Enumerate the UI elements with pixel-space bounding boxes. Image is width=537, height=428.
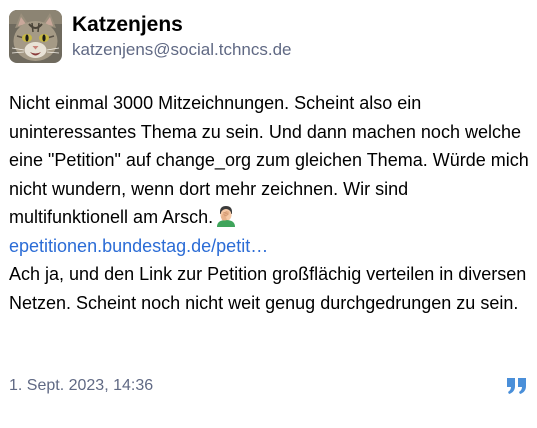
cat-avatar-icon[interactable]: [9, 9, 62, 63]
post-paragraph-1: Nicht einmal 3000 Mitzeichnungen. Schein…: [9, 89, 531, 232]
quote-icon[interactable]: [506, 376, 528, 396]
facepalm-emoji-icon: [217, 206, 236, 227]
post-paragraph-2: Ach ja, und den Link zur Petition großfl…: [9, 264, 527, 313]
account-handle[interactable]: katzenjens@social.tchncs.de: [72, 39, 291, 61]
petition-link[interactable]: epetitionen.bundestag.de/petit…: [9, 232, 531, 261]
post-footer: 1. Sept. 2023, 14:36: [9, 374, 528, 398]
account-names: Katzenjens katzenjens@social.tchncs.de: [72, 12, 291, 61]
post-content: Nicht einmal 3000 Mitzeichnungen. Schein…: [9, 89, 531, 317]
post-paragraph-1-text: Nicht einmal 3000 Mitzeichnungen. Schein…: [9, 93, 529, 227]
display-name[interactable]: Katzenjens: [72, 12, 291, 38]
post-card: Katzenjens katzenjens@social.tchncs.de N…: [0, 0, 537, 428]
post-timestamp[interactable]: 1. Sept. 2023, 14:36: [9, 377, 153, 395]
post-header: Katzenjens katzenjens@social.tchncs.de: [9, 9, 291, 63]
